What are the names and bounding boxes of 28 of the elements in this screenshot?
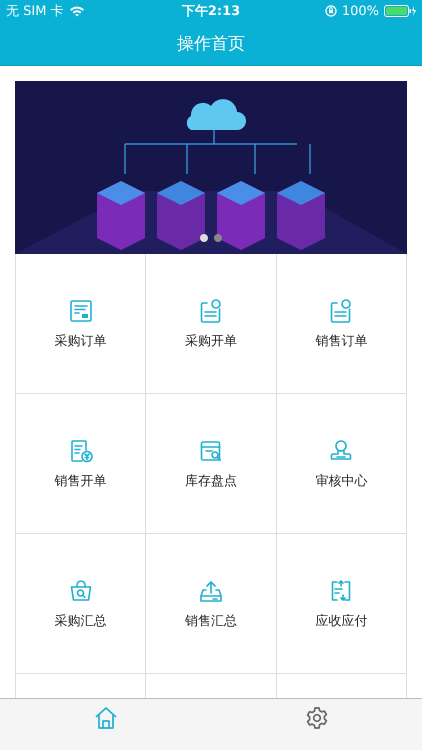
menu-tile[interactable]: 库存盘点 bbox=[146, 394, 277, 534]
menu-tile[interactable]: 采购开单 bbox=[146, 254, 277, 394]
clock-text: 下午2:13 bbox=[182, 3, 240, 20]
menu-tile[interactable]: 采购汇总 bbox=[16, 534, 146, 674]
rotation-lock-icon bbox=[324, 5, 337, 17]
settings-icon[interactable] bbox=[304, 706, 328, 730]
tile-label: 审核中心 bbox=[315, 472, 368, 490]
carrier-text: 无 SIM 卡 bbox=[6, 3, 64, 20]
menu-tile[interactable]: 销售订单 bbox=[276, 254, 407, 394]
tile-label: 销售开单 bbox=[54, 472, 107, 490]
menu-tile[interactable]: 应收应付 bbox=[276, 534, 407, 674]
menu-tile[interactable]: 销售开单 bbox=[16, 394, 146, 534]
menu-tile[interactable]: 审核中心 bbox=[276, 394, 407, 534]
menu-tile[interactable]: 销售汇总 bbox=[146, 534, 277, 674]
tile-label: 采购汇总 bbox=[54, 612, 107, 630]
wifi-icon bbox=[68, 5, 85, 17]
tile-label: 采购订单 bbox=[54, 332, 107, 350]
tile-label: 应收应付 bbox=[315, 612, 368, 630]
battery-icon bbox=[384, 5, 416, 17]
tile-label: 采购开单 bbox=[184, 332, 237, 350]
tile-label: 库存盘点 bbox=[184, 472, 237, 490]
tile-label: 销售订单 bbox=[315, 332, 368, 350]
bag-search-icon bbox=[68, 578, 94, 604]
battery-text: 100% bbox=[342, 4, 379, 18]
page-title: 操作首页 bbox=[177, 33, 245, 55]
menu-tile[interactable]: 采购订单 bbox=[16, 254, 146, 394]
tile-label: 销售汇总 bbox=[184, 612, 237, 630]
document-icon bbox=[68, 298, 94, 324]
